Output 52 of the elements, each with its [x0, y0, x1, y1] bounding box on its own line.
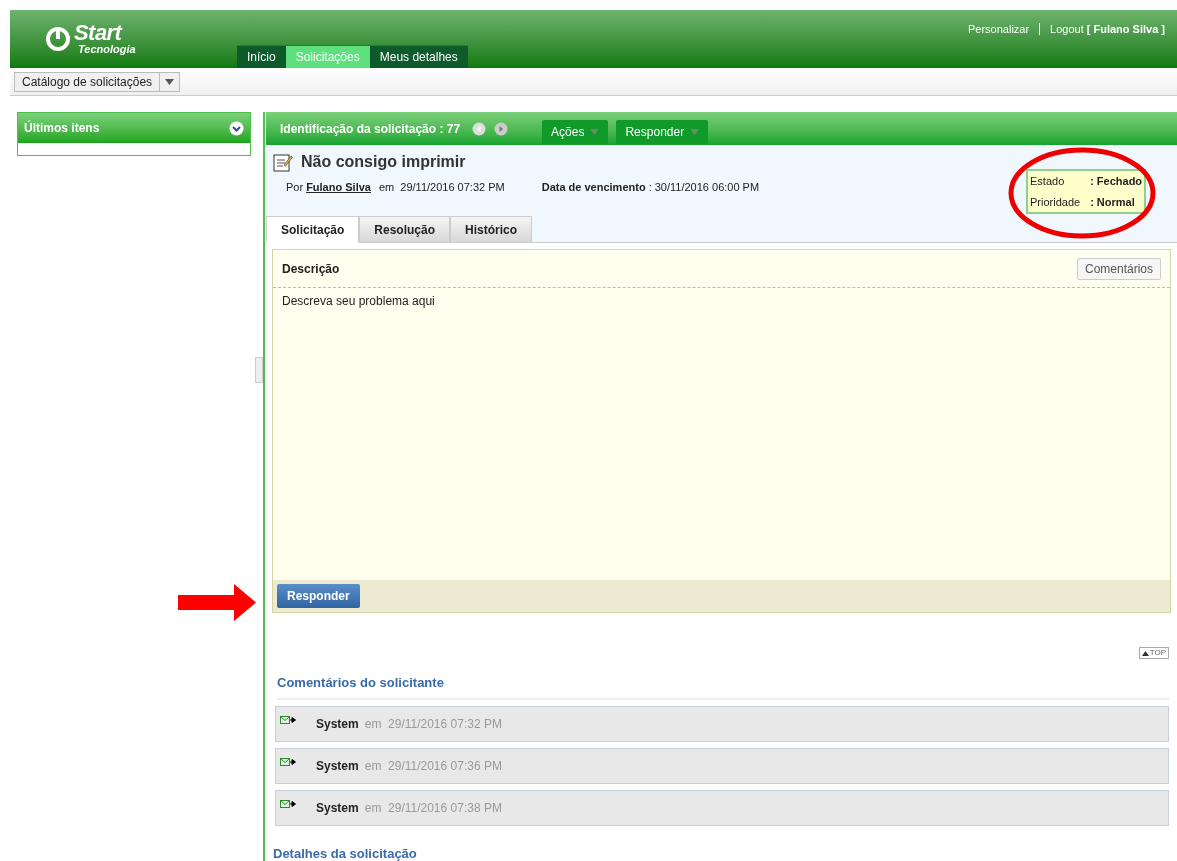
- status-value: : Fechado: [1090, 174, 1143, 189]
- request-tab[interactable]: Solicitação: [266, 216, 360, 243]
- caret-icon: [690, 128, 700, 135]
- edit-note-icon: [273, 152, 293, 172]
- chevron-down-icon[interactable]: [229, 120, 244, 136]
- menu-button[interactable]: Ações: [542, 119, 609, 144]
- catalog-dropdown[interactable]: Catálogo de solicitações: [14, 71, 181, 92]
- comments-heading: Comentários do solicitante: [277, 673, 1169, 700]
- comment-time: em 29/11/2016 07:38 PM: [364, 799, 502, 817]
- description-label: Descrição: [282, 260, 340, 278]
- next-icon[interactable]: [494, 121, 509, 136]
- nav-tab[interactable]: Meus detalhes: [369, 45, 468, 68]
- top-link[interactable]: TOP: [1138, 647, 1169, 659]
- comment-row[interactable]: System em 29/11/2016 07:32 PM: [275, 705, 1169, 742]
- mail-forward-icon: [280, 798, 296, 809]
- panel-title: Últimos itens: [24, 119, 100, 137]
- reply-button[interactable]: Responder: [277, 584, 360, 608]
- description-text: Descreva seu problema aqui: [282, 294, 435, 308]
- due-label: Data de vencimento: [541, 180, 646, 195]
- comment-row[interactable]: System em 29/11/2016 07:36 PM: [275, 747, 1169, 784]
- logo-subtitle: Tecnologia: [78, 44, 136, 55]
- power-icon: [45, 25, 71, 52]
- comment-author: System: [316, 715, 359, 733]
- comment-row[interactable]: System em 29/11/2016 07:38 PM: [275, 789, 1169, 826]
- comment-author: System: [316, 757, 359, 775]
- request-title: Não consigo imprimir: [301, 152, 466, 172]
- mail-forward-icon: [280, 756, 296, 767]
- comments-button[interactable]: Comentários: [1076, 257, 1161, 280]
- request-tab[interactable]: Resolução: [359, 216, 451, 243]
- logo-text: Start: [74, 22, 124, 44]
- details-heading: Detalhes da solicitação: [272, 845, 418, 861]
- status-value: : Normal: [1090, 194, 1136, 210]
- by-label: Por: [286, 180, 304, 195]
- caret-icon: [165, 78, 175, 85]
- up-arrow-icon: [1141, 650, 1149, 656]
- created-date: em 29/11/2016 07:32 PM: [378, 180, 505, 195]
- mail-forward-icon: [280, 714, 296, 725]
- status-label: Prioridade: [1030, 194, 1081, 210]
- comment-time: em 29/11/2016 07:36 PM: [364, 757, 502, 775]
- author-link[interactable]: Fulano Silva: [306, 179, 371, 196]
- caret-icon: [590, 128, 600, 135]
- status-label: Estado: [1030, 174, 1066, 189]
- previous-icon[interactable]: [472, 121, 487, 136]
- due-date: : 30/11/2016 06:00 PM: [648, 180, 760, 195]
- request-tab[interactable]: Histórico: [450, 216, 533, 243]
- user-name: [ Fulano Silva ]: [1086, 22, 1165, 37]
- comment-author: System: [316, 799, 359, 817]
- request-id: Identificação da solicitação : 77: [280, 120, 461, 138]
- splitter-handle[interactable]: [255, 357, 263, 383]
- menu-button[interactable]: Responder: [616, 119, 709, 144]
- nav-tab[interactable]: Início: [237, 45, 286, 68]
- comment-time: em 29/11/2016 07:32 PM: [364, 715, 502, 733]
